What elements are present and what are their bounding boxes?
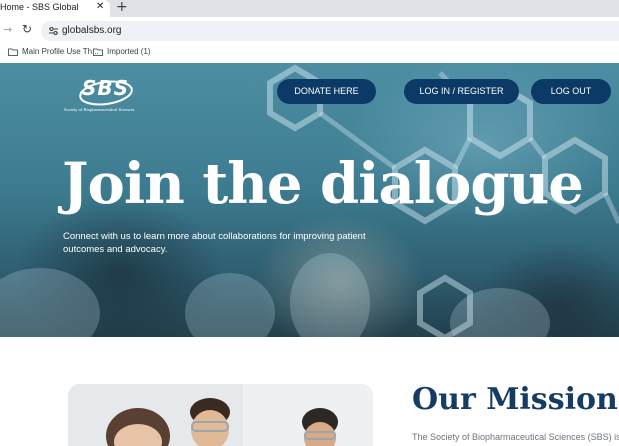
hero-section: SBS Society of Biopharmaceutical Science…: [0, 63, 619, 337]
new-tab-icon[interactable]: +: [116, 0, 128, 15]
bookmark-main-profile[interactable]: Main Profile Use Th...: [8, 47, 99, 56]
mission-title: Our Mission: [412, 382, 618, 417]
site-settings-icon[interactable]: [48, 26, 59, 36]
donate-button[interactable]: DONATE HERE: [277, 79, 376, 104]
team-photo: [68, 384, 373, 446]
browser-tab-bar: Home - SBS Global ✕ +: [0, 0, 619, 17]
folder-icon: [8, 48, 18, 56]
reload-icon[interactable]: ↻: [22, 22, 32, 36]
forward-arrow-icon[interactable]: →: [3, 23, 12, 36]
logout-button[interactable]: LOG OUT: [531, 79, 611, 104]
folder-icon: [93, 48, 103, 56]
bookmarks-bar: Main Profile Use Th... Imported (1): [0, 44, 619, 64]
hero-subtext: Connect with us to learn more about coll…: [63, 231, 366, 255]
mission-text: The Society of Biopharmaceutical Science…: [412, 432, 619, 442]
tab-title: Home - SBS Global: [0, 2, 79, 12]
bookmark-label: Imported (1): [107, 47, 151, 56]
login-register-button[interactable]: LOG IN / REGISTER: [404, 79, 519, 104]
address-bar[interactable]: globalsbs.org: [41, 21, 619, 41]
sbs-logo[interactable]: SBS: [82, 76, 129, 100]
address-bar-row: → ↻ globalsbs.org: [0, 17, 619, 44]
logo-subtitle: Society of Biopharmaceutical Sciences: [64, 107, 135, 112]
browser-tab[interactable]: Home - SBS Global ✕: [0, 0, 110, 17]
bookmark-imported[interactable]: Imported (1): [93, 47, 151, 56]
hero-headline: Join the dialogue: [62, 151, 584, 217]
bookmark-label: Main Profile Use Th...: [22, 47, 99, 56]
url-text[interactable]: globalsbs.org: [62, 25, 121, 36]
scientists-photo-image: [68, 384, 373, 446]
close-tab-icon[interactable]: ✕: [96, 1, 104, 12]
